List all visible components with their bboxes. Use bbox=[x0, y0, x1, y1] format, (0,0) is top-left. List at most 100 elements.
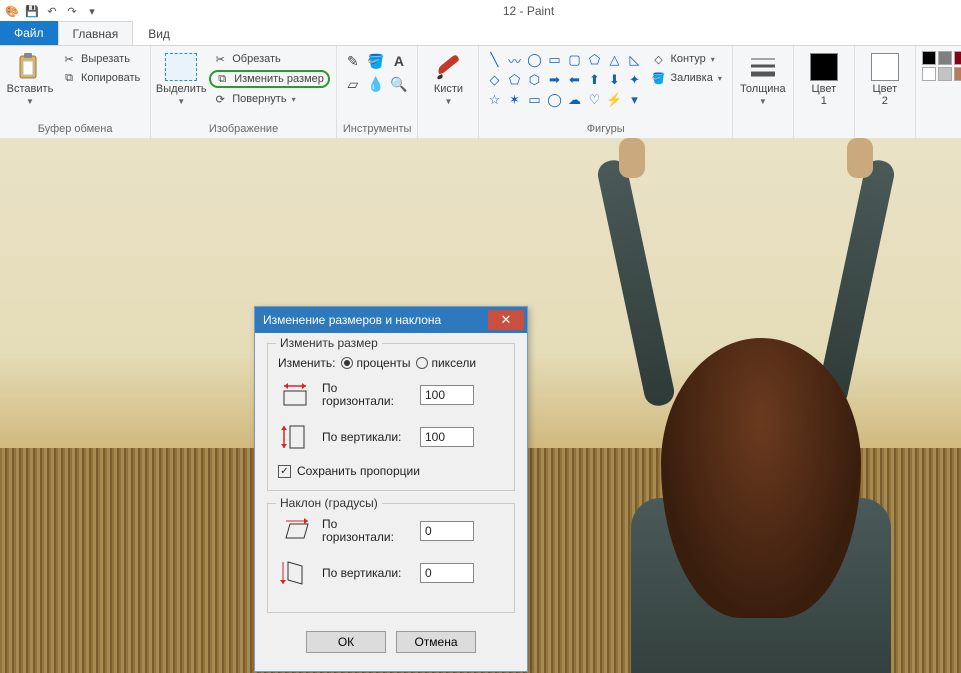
eraser-tool[interactable]: ▱ bbox=[343, 74, 363, 94]
shape-callo[interactable]: ◯ bbox=[545, 91, 563, 109]
shape-star6[interactable]: ✶ bbox=[505, 91, 523, 109]
thickness-icon bbox=[747, 51, 779, 83]
ribbon-tabs: Файл Главная Вид bbox=[0, 22, 961, 46]
checkbox-icon: ✓ bbox=[278, 465, 291, 478]
vertical-skew-icon bbox=[278, 558, 312, 588]
dialog-title: Изменение размеров и наклона bbox=[263, 313, 488, 327]
palette-swatch[interactable] bbox=[954, 67, 961, 81]
cut-icon: ✂ bbox=[62, 52, 76, 66]
ok-button[interactable]: ОК bbox=[306, 631, 386, 653]
dropdown-caret-icon: ▼ bbox=[26, 97, 34, 106]
shape-arrowr[interactable]: ➡ bbox=[545, 71, 563, 89]
tab-home[interactable]: Главная bbox=[58, 21, 134, 45]
resize-button[interactable]: ⧉Изменить размер bbox=[209, 70, 330, 88]
skew-h-label: По горизонтали: bbox=[322, 518, 410, 544]
select-icon bbox=[165, 51, 197, 83]
shapes-gallery[interactable]: ╲ 〰 ◯ ▭ ▢ ⬠ △ ◺ ◇ ⬠ ⬡ ➡ ⬅ ⬆ ⬇ ✦ ☆ ✶ ▭ ◯ bbox=[485, 49, 643, 109]
dialog-titlebar[interactable]: Изменение размеров и наклона ✕ bbox=[255, 307, 527, 333]
horizontal-input[interactable] bbox=[420, 385, 474, 405]
text-tool[interactable]: A bbox=[389, 51, 409, 71]
paste-icon bbox=[14, 51, 46, 83]
skew-h-input[interactable] bbox=[420, 521, 474, 541]
skew-v-input[interactable] bbox=[420, 563, 474, 583]
shape-star4[interactable]: ✦ bbox=[625, 71, 643, 89]
shape-rtriangle[interactable]: ◺ bbox=[625, 51, 643, 69]
color2-swatch bbox=[871, 53, 899, 81]
palette-swatch[interactable] bbox=[954, 51, 961, 65]
group-palette bbox=[916, 46, 961, 138]
shape-roundrect[interactable]: ▢ bbox=[565, 51, 583, 69]
fill-button[interactable]: 🪣Заливка ▾ bbox=[647, 70, 725, 86]
group-color1: Цвет 1 bbox=[794, 46, 855, 138]
photo-subject bbox=[591, 198, 901, 668]
canvas[interactable]: Изменение размеров и наклона ✕ Изменить … bbox=[0, 138, 961, 673]
color2-button[interactable]: Цвет 2 bbox=[861, 49, 909, 107]
shape-curve[interactable]: 〰 bbox=[505, 51, 523, 69]
cut-button[interactable]: ✂Вырезать bbox=[58, 51, 144, 67]
shape-hex[interactable]: ⬡ bbox=[525, 71, 543, 89]
vertical-input[interactable] bbox=[420, 427, 474, 447]
quick-access-toolbar: 🎨 💾 ↶ ↷ ▾ bbox=[4, 3, 100, 19]
dropdown-caret-icon: ▼ bbox=[177, 97, 185, 106]
vertical-label: По вертикали: bbox=[322, 431, 410, 444]
shape-callr[interactable]: ▭ bbox=[525, 91, 543, 109]
color-palette[interactable] bbox=[922, 49, 961, 81]
resize-icon: ⧉ bbox=[215, 72, 229, 86]
group-clipboard: Вставить▼ ✂Вырезать ⧉Копировать Буфер об… bbox=[0, 46, 151, 138]
horizontal-label: По горизонтали: bbox=[322, 382, 410, 408]
outline-button[interactable]: ◇Контур ▾ bbox=[647, 51, 725, 67]
horizontal-resize-icon bbox=[278, 380, 312, 410]
resize-fieldset: Изменить размер Изменить: проценты пиксе… bbox=[267, 343, 515, 491]
radio-pixels[interactable]: пиксели bbox=[416, 356, 476, 370]
qat-dropdown-icon[interactable]: ▾ bbox=[84, 3, 100, 19]
group-label: Фигуры bbox=[485, 121, 725, 138]
shape-more[interactable]: ▾ bbox=[625, 91, 643, 109]
rotate-button[interactable]: ⟳Повернуть ▾ bbox=[209, 91, 330, 107]
zoom-tool[interactable]: 🔍 bbox=[389, 74, 409, 94]
group-image: Выделить▼ ✂Обрезать ⧉Изменить размер ⟳По… bbox=[151, 46, 337, 138]
shape-line[interactable]: ╲ bbox=[485, 51, 503, 69]
cancel-button[interactable]: Отмена bbox=[396, 631, 476, 653]
crop-button[interactable]: ✂Обрезать bbox=[209, 51, 330, 67]
shape-bolt[interactable]: ⚡ bbox=[605, 91, 623, 109]
tab-file[interactable]: Файл bbox=[0, 21, 58, 45]
picker-tool[interactable]: 💧 bbox=[366, 74, 386, 94]
fill-icon: 🪣 bbox=[651, 71, 665, 85]
shape-arrowl[interactable]: ⬅ bbox=[565, 71, 583, 89]
shape-poly[interactable]: ⬠ bbox=[585, 51, 603, 69]
shape-star5[interactable]: ☆ bbox=[485, 91, 503, 109]
group-tools: ✎ 🪣 A ▱ 💧 🔍 Инструменты bbox=[337, 46, 419, 138]
keep-aspect-checkbox[interactable]: ✓ Сохранить пропорции bbox=[278, 464, 504, 478]
thickness-button[interactable]: Толщина▼ bbox=[739, 49, 787, 108]
save-icon[interactable]: 💾 bbox=[24, 3, 40, 19]
shape-triangle[interactable]: △ bbox=[605, 51, 623, 69]
palette-swatch[interactable] bbox=[922, 67, 936, 81]
fill-tool[interactable]: 🪣 bbox=[366, 51, 386, 71]
shape-arrowd[interactable]: ⬇ bbox=[605, 71, 623, 89]
shape-arrowu[interactable]: ⬆ bbox=[585, 71, 603, 89]
tab-view[interactable]: Вид bbox=[133, 21, 185, 45]
brushes-button[interactable]: Кисти▼ bbox=[424, 49, 472, 108]
shape-pentagon[interactable]: ⬠ bbox=[505, 71, 523, 89]
select-button[interactable]: Выделить▼ bbox=[157, 49, 205, 108]
radio-percent[interactable]: проценты bbox=[341, 356, 410, 370]
pencil-tool[interactable]: ✎ bbox=[343, 51, 363, 71]
title-bar: 🎨 💾 ↶ ↷ ▾ 12 - Paint bbox=[0, 0, 961, 22]
shape-rect[interactable]: ▭ bbox=[545, 51, 563, 69]
shape-oval[interactable]: ◯ bbox=[525, 51, 543, 69]
palette-swatch[interactable] bbox=[922, 51, 936, 65]
redo-icon[interactable]: ↷ bbox=[64, 3, 80, 19]
undo-icon[interactable]: ↶ bbox=[44, 3, 60, 19]
palette-swatch[interactable] bbox=[938, 67, 952, 81]
shape-cloud[interactable]: ☁ bbox=[565, 91, 583, 109]
palette-swatch[interactable] bbox=[938, 51, 952, 65]
shape-heart[interactable]: ♡ bbox=[585, 91, 603, 109]
fieldset-legend: Изменить размер bbox=[276, 336, 382, 350]
group-label bbox=[739, 121, 787, 138]
copy-button[interactable]: ⧉Копировать bbox=[58, 70, 144, 86]
shape-diamond[interactable]: ◇ bbox=[485, 71, 503, 89]
dialog-close-button[interactable]: ✕ bbox=[488, 310, 524, 330]
copy-icon: ⧉ bbox=[62, 71, 76, 85]
paste-button[interactable]: Вставить▼ bbox=[6, 49, 54, 108]
color1-button[interactable]: Цвет 1 bbox=[800, 49, 848, 107]
